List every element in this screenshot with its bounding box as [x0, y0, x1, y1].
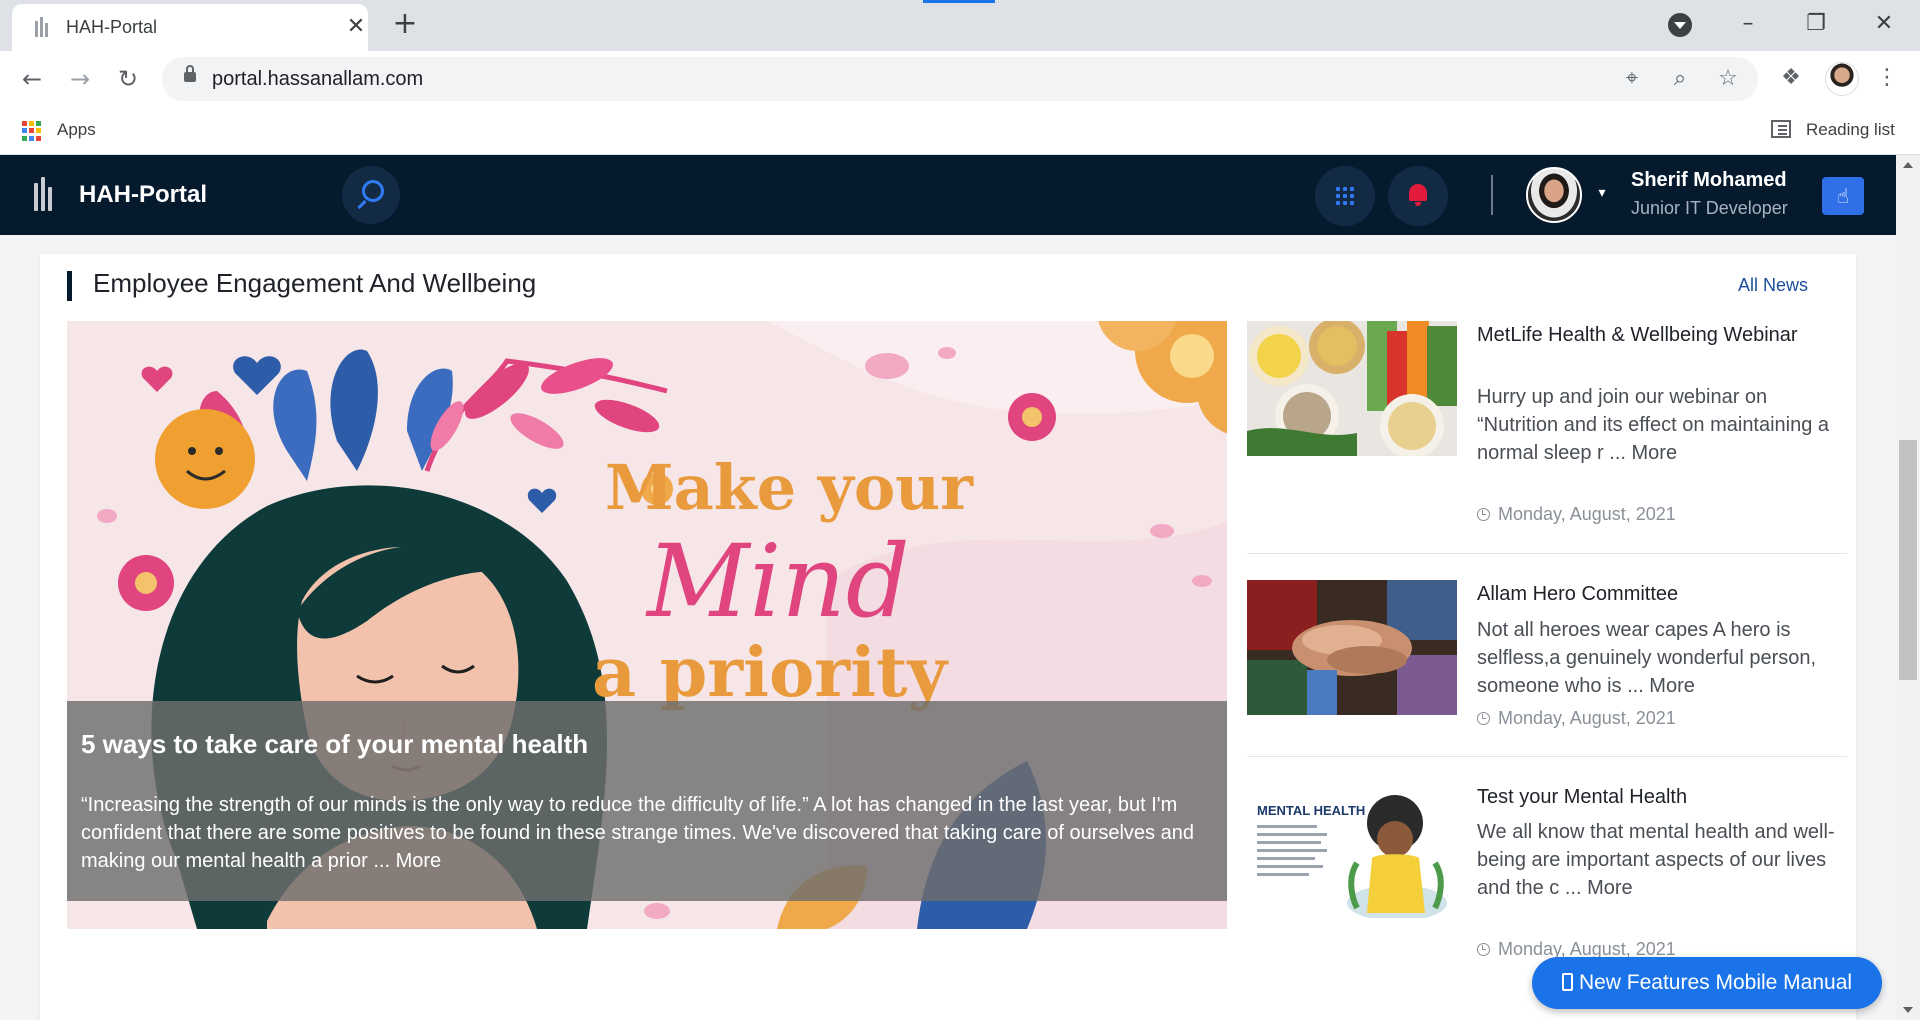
browser-tab[interactable]: HAH-Portal ✕: [12, 4, 368, 51]
featured-caption: 5 ways to take care of your mental healt…: [67, 701, 1227, 901]
reading-list-icon[interactable]: [1771, 120, 1791, 138]
news-title[interactable]: Test your Mental Health: [1477, 783, 1837, 811]
mobile-manual-button[interactable]: New Features Mobile Manual: [1532, 957, 1882, 1009]
tab-strip-indicator: [923, 0, 995, 3]
location-pin-icon[interactable]: ⌖: [1618, 65, 1646, 93]
news-divider: [1247, 553, 1847, 554]
extensions-puzzle-icon[interactable]: ❖: [1776, 63, 1806, 93]
scroll-down-icon[interactable]: [1903, 1007, 1913, 1013]
back-icon[interactable]: ←: [16, 63, 48, 95]
notifications-button[interactable]: [1388, 166, 1448, 226]
bookmarks-bar: Apps Reading list: [0, 106, 1920, 155]
tab-close-icon[interactable]: ✕: [342, 13, 370, 41]
news-excerpt: Not all heroes wear capes A hero is self…: [1477, 619, 1817, 697]
page-scrollbar[interactable]: [1896, 155, 1920, 1020]
phone-icon: [1561, 973, 1573, 991]
news-thumbnail-food: [1247, 321, 1457, 456]
scroll-up-icon[interactable]: [1903, 162, 1913, 168]
hand-pointer-icon[interactable]: ☝: [1822, 177, 1864, 215]
apps-menu-button[interactable]: [1315, 166, 1375, 226]
image-headline-line1: Make your: [605, 451, 974, 524]
portal-logo-icon: [34, 177, 56, 211]
apps-bookmark[interactable]: Apps: [57, 120, 96, 140]
url-text[interactable]: portal.hassanallam.com: [212, 68, 423, 91]
reload-icon[interactable]: ↻: [112, 63, 144, 95]
browser-profile-avatar[interactable]: [1825, 62, 1859, 96]
news-title[interactable]: Allam Hero Committee: [1477, 580, 1837, 608]
section-accent-bar: [67, 271, 72, 301]
clock-icon: [1477, 712, 1490, 725]
featured-excerpt: “Increasing the strength of our minds is…: [81, 794, 1194, 872]
restore-icon[interactable]: ❐: [1796, 6, 1836, 42]
all-news-link[interactable]: All News: [1738, 275, 1808, 296]
address-bar[interactable]: portal.hassanallam.com ⌖ ⌕ ☆: [162, 57, 1758, 101]
news-excerpt: Hurry up and join our webinar on “Nutrit…: [1477, 386, 1830, 464]
user-avatar[interactable]: [1526, 167, 1582, 223]
lock-icon: [184, 65, 196, 82]
forward-icon[interactable]: →: [64, 63, 96, 95]
apps-grid-icon[interactable]: [22, 121, 42, 141]
news-thumbnail-hands: [1247, 580, 1457, 715]
search-icon[interactable]: [342, 166, 400, 224]
page-viewport: HAH-Portal ▾ Sherif Mohamed Junior IT De…: [0, 155, 1920, 1020]
clock-icon: [1477, 508, 1490, 521]
minimize-icon[interactable]: –: [1728, 6, 1768, 42]
portal-header: HAH-Portal ▾ Sherif Mohamed Junior IT De…: [0, 155, 1896, 235]
news-excerpt: We all know that mental health and well-…: [1477, 821, 1835, 899]
featured-title[interactable]: 5 ways to take care of your mental healt…: [81, 729, 588, 760]
reading-list-button[interactable]: Reading list: [1806, 120, 1895, 140]
image-headline-line2: Mind: [645, 523, 910, 640]
browser-menu-icon[interactable]: ⋮: [1872, 63, 1902, 93]
new-tab-button[interactable]: +: [390, 9, 420, 40]
clock-icon: [1477, 943, 1490, 956]
svg-text:MENTAL HEALTH: MENTAL HEALTH: [1257, 803, 1365, 818]
grid-icon: [1336, 187, 1354, 205]
news-item[interactable]: MENTAL HEALTH Test your Mental Health We…: [1247, 783, 1847, 963]
news-date: Monday, August, 2021: [1477, 708, 1676, 729]
chevron-down-icon[interactable]: ▾: [1594, 185, 1610, 201]
section-title: Employee Engagement And Wellbeing: [93, 268, 537, 298]
news-item[interactable]: MetLife Health & Wellbeing Webinar Hurry…: [1247, 321, 1847, 524]
tab-search-icon[interactable]: [1668, 13, 1692, 37]
user-role: Junior IT Developer: [1631, 198, 1788, 218]
news-date: Monday, August, 2021: [1477, 504, 1676, 525]
portal-title[interactable]: HAH-Portal: [79, 181, 207, 209]
news-thumbnail-mental-health: MENTAL HEALTH: [1247, 783, 1457, 918]
portal-favicon-icon: [35, 17, 48, 37]
zoom-icon[interactable]: ⌕: [1666, 65, 1694, 93]
browser-toolbar: ← → ↻ portal.hassanallam.com ⌖ ⌕ ☆ ❖ ⋮: [0, 51, 1920, 106]
tab-title: HAH-Portal: [66, 17, 158, 37]
news-divider: [1247, 756, 1847, 757]
user-name: Sherif Mohamed: [1631, 169, 1787, 191]
scroll-thumb[interactable]: [1899, 440, 1917, 680]
news-title[interactable]: MetLife Health & Wellbeing Webinar: [1477, 321, 1837, 349]
browser-tab-strip: HAH-Portal ✕ + – ❐ ✕: [0, 0, 1920, 51]
bell-icon: [1409, 184, 1427, 206]
window-close-icon[interactable]: ✕: [1864, 6, 1904, 42]
news-item[interactable]: Allam Hero Committee Not all heroes wear…: [1247, 580, 1847, 750]
news-section-card: Employee Engagement And Wellbeing All Ne…: [40, 254, 1856, 1020]
bookmark-star-icon[interactable]: ☆: [1714, 65, 1742, 93]
header-divider: [1491, 175, 1493, 215]
featured-news-card[interactable]: Make your Mind a priority 5 ways to take…: [67, 321, 1227, 929]
